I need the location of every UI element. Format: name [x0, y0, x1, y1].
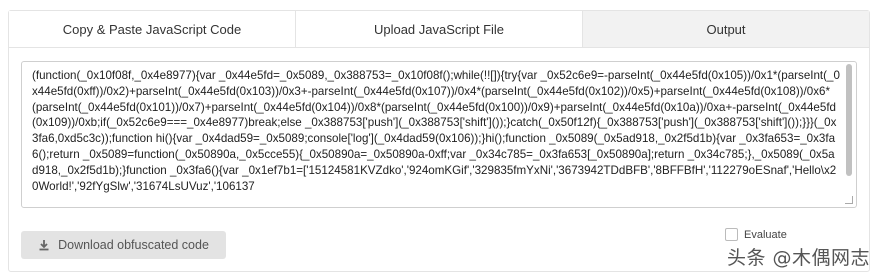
output-code[interactable]: (function(_0x10f08f,_0x4e8977){var _0x44… [32, 68, 840, 207]
watermark: 头条 @木偶网志 [726, 247, 870, 269]
evaluate-checkbox[interactable] [725, 228, 738, 241]
download-button-label: Download obfuscated code [58, 238, 209, 252]
evaluate-toggle[interactable]: Evaluate [725, 228, 787, 241]
download-obfuscated-code-button[interactable]: Download obfuscated code [21, 231, 226, 259]
tab-output[interactable]: Output [583, 11, 869, 47]
vertical-scrollbar[interactable] [844, 64, 854, 205]
tab-upload[interactable]: Upload JavaScript File [296, 11, 583, 47]
tab-copy-paste[interactable]: Copy & Paste JavaScript Code [9, 11, 296, 47]
resize-handle[interactable] [845, 196, 853, 204]
tab-bar: Copy & Paste JavaScript Code Upload Java… [9, 11, 869, 48]
output-textarea[interactable]: (function(_0x10f08f,_0x4e8977){var _0x44… [21, 61, 857, 208]
evaluate-label: Evaluate [744, 228, 787, 241]
scrollbar-thumb[interactable] [846, 64, 852, 176]
download-icon [38, 239, 50, 251]
